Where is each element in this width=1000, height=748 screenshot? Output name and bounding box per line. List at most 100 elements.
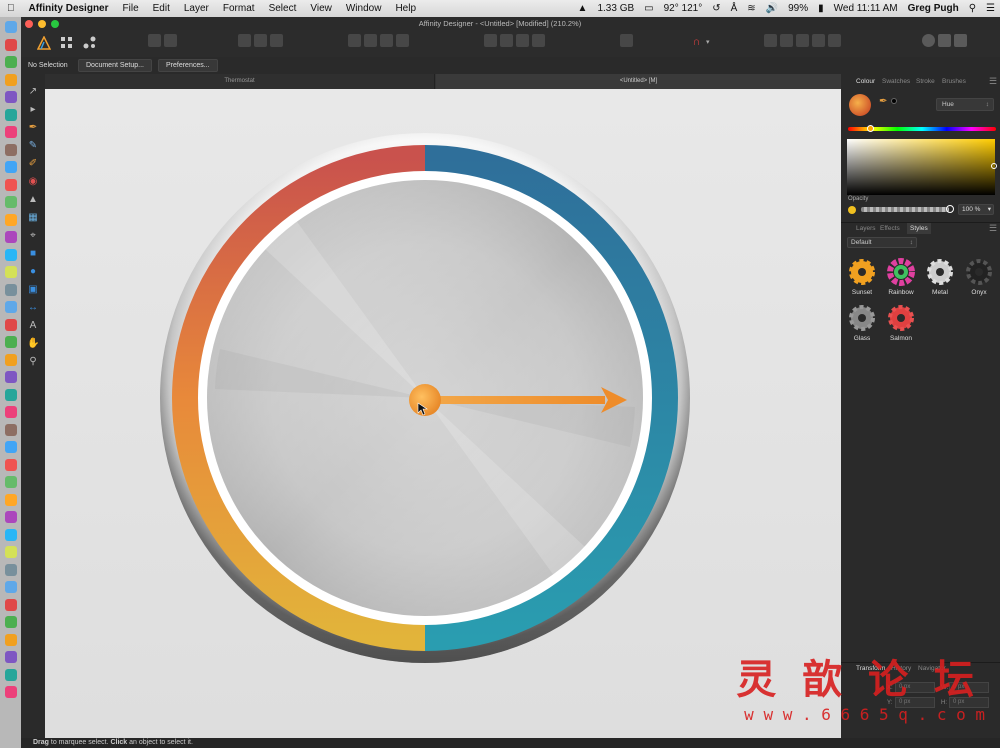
dock-app-icon[interactable] [5, 598, 17, 611]
designer-persona-icon[interactable] [36, 35, 52, 50]
dock-app-icon[interactable] [5, 563, 17, 576]
view-mode-icon[interactable] [922, 34, 935, 47]
menu-layer[interactable]: Layer [177, 3, 216, 14]
dock-app-icon[interactable] [5, 353, 17, 366]
dock-app-icon[interactable] [5, 248, 17, 261]
volume-icon[interactable]: 🔊 [761, 3, 783, 14]
battery-status[interactable]: 99% [783, 3, 813, 14]
spotlight-icon[interactable]: ⚲ [964, 3, 981, 14]
dock-app-icon[interactable] [5, 38, 17, 51]
style-glass[interactable]: Glass [845, 304, 879, 342]
boolean-add-icon[interactable] [764, 34, 777, 47]
text-tool-icon[interactable]: A [27, 320, 39, 332]
dock-app-icon[interactable] [5, 476, 17, 488]
style-metal[interactable]: Metal [923, 258, 957, 296]
tab-styles[interactable]: Styles [907, 223, 931, 234]
dock-app-icon[interactable] [5, 616, 17, 628]
dock-app-icon[interactable] [5, 178, 17, 191]
tab-brushes[interactable]: Brushes [942, 78, 966, 85]
boolean-subtract-icon[interactable] [780, 34, 793, 47]
menu-help[interactable]: Help [388, 3, 423, 14]
menu-window[interactable]: Window [339, 3, 389, 14]
pen-tool-icon[interactable]: ✒ [27, 122, 39, 134]
tab-colour[interactable]: Colour [856, 78, 875, 85]
dock-app-icon[interactable] [5, 301, 17, 313]
menu-file[interactable]: File [116, 3, 146, 14]
transparency-tool-icon[interactable]: ▲ [27, 194, 39, 206]
dock-app-icon[interactable] [5, 283, 17, 296]
dock-app-icon[interactable] [5, 388, 17, 401]
move-back-icon[interactable] [348, 34, 361, 47]
dock-app-icon[interactable] [5, 651, 17, 663]
apple-icon[interactable]:  [0, 3, 22, 14]
tab-stroke[interactable]: Stroke [916, 78, 935, 85]
dock-app-icon[interactable] [5, 686, 17, 698]
clock[interactable]: Wed 11:11 AM [829, 3, 903, 14]
zoom-tool-icon[interactable]: ⚲ [27, 356, 39, 368]
dock-app-icon[interactable] [5, 493, 17, 506]
document-setup-button[interactable]: Document Setup... [78, 59, 152, 72]
tab-swatches[interactable]: Swatches [882, 78, 910, 85]
notification-center-icon[interactable]: ☰ [981, 3, 1000, 14]
zoom-window-button[interactable] [51, 20, 59, 28]
stroke-colour-swatch[interactable] [891, 98, 897, 104]
dock-app-icon[interactable] [5, 528, 17, 541]
rotate-right-icon[interactable] [532, 34, 545, 47]
fill-colour-swatch[interactable] [849, 94, 871, 116]
time-machine-icon[interactable]: ↺ [707, 3, 725, 14]
snapping-magnet-icon[interactable]: ∩ [690, 36, 703, 49]
dock-app-icon[interactable] [5, 161, 17, 173]
pencil-tool-icon[interactable]: ✎ [27, 140, 39, 152]
eyedropper-icon[interactable]: ✒ [879, 96, 887, 107]
dock-app-icon[interactable] [5, 406, 17, 418]
tab-layers[interactable]: Layers [856, 225, 876, 232]
style-salmon[interactable]: Salmon [884, 304, 918, 342]
pixel-persona-icon[interactable] [60, 36, 73, 49]
dock-app-icon[interactable] [5, 108, 17, 121]
align-icon[interactable] [620, 34, 633, 47]
move-front-icon[interactable] [396, 34, 409, 47]
opacity-slider-handle[interactable] [946, 205, 954, 213]
dock-app-icon[interactable] [5, 336, 17, 348]
brush-tool-icon[interactable]: ✐ [27, 158, 39, 170]
snap-center-icon[interactable] [254, 34, 267, 47]
styles-menu-icon[interactable]: ☰ [989, 223, 997, 234]
arrange-back-icon[interactable] [148, 34, 161, 47]
close-window-button[interactable] [25, 20, 33, 28]
dock-app-icon[interactable] [5, 56, 17, 68]
boolean-intersect-icon[interactable] [796, 34, 809, 47]
dock-app-icon[interactable] [5, 266, 17, 278]
dock-app-icon[interactable] [5, 21, 17, 33]
dock-app-icon[interactable] [5, 511, 17, 523]
snapping-dropdown-icon[interactable]: ▾ [706, 36, 719, 49]
move-backward-icon[interactable] [364, 34, 377, 47]
styles-category-select[interactable]: Default ↕ [847, 237, 917, 248]
move-tool-icon[interactable]: ↗ [27, 86, 39, 98]
rectangle-tool-icon[interactable]: ■ [27, 248, 39, 260]
menu-edit[interactable]: Edit [146, 3, 177, 14]
tab-untitled[interactable]: <Untitled> [M] [436, 74, 841, 89]
snap-grid-icon[interactable] [270, 34, 283, 47]
style-onyx[interactable]: Onyx [962, 258, 996, 296]
colour-model-select[interactable]: Hue ↕ [936, 98, 994, 111]
drive-icon[interactable]: ▲ [573, 3, 593, 14]
user-name[interactable]: Greg Pugh [903, 3, 964, 14]
menu-app-name[interactable]: Affinity Designer [22, 3, 116, 14]
minimize-window-button[interactable] [38, 20, 46, 28]
flip-vertical-icon[interactable] [500, 34, 513, 47]
export-persona-icon[interactable] [83, 36, 96, 49]
memory-status[interactable]: 1.33 GB [592, 3, 639, 14]
dock-app-icon[interactable] [5, 458, 17, 471]
hand-tool-icon[interactable]: ✋ [27, 338, 39, 350]
fill-tool-icon[interactable]: ◉ [27, 176, 39, 188]
view-split-icon[interactable] [938, 34, 951, 47]
flip-horizontal-icon[interactable] [484, 34, 497, 47]
dock-app-icon[interactable] [5, 318, 17, 331]
panel-menu-icon[interactable]: ☰ [989, 76, 997, 87]
arrange-front-icon[interactable] [164, 34, 177, 47]
move-forward-icon[interactable] [380, 34, 393, 47]
ellipse-tool-icon[interactable]: ● [27, 266, 39, 278]
saturation-value-picker[interactable] [847, 139, 995, 195]
dock-app-icon[interactable] [5, 546, 17, 558]
rounded-rectangle-tool-icon[interactable]: ▣ [27, 284, 39, 296]
